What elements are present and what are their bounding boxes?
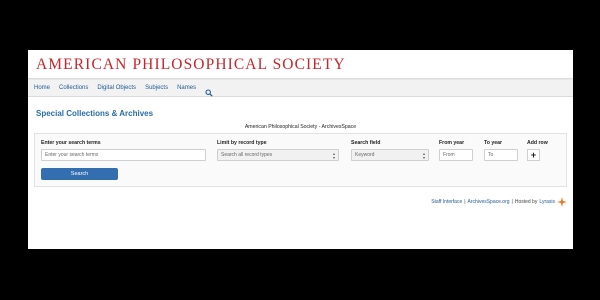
lyrasis-logo-icon xyxy=(557,197,567,207)
staff-interface-link[interactable]: Staff Interface xyxy=(431,199,462,205)
search-panel: Enter your search terms Enter your searc… xyxy=(34,133,567,187)
page-container: AMERICAN PHILOSOPHICAL SOCIETY Home Coll… xyxy=(28,50,573,249)
nav-item-subjects[interactable]: Subjects xyxy=(145,85,168,91)
archivesspace-link[interactable]: ArchivesSpace.org xyxy=(468,199,510,205)
search-field-label: Search field xyxy=(351,140,381,146)
add-row-label: Add row xyxy=(527,140,548,146)
repository-name: American Philosophical Society - Archive… xyxy=(244,124,357,130)
search-icon[interactable] xyxy=(205,84,213,97)
from-year-label: From year xyxy=(439,140,465,146)
record-type-value: Search all record types xyxy=(221,152,273,158)
to-year-placeholder: To xyxy=(488,152,494,158)
from-year-input[interactable]: From xyxy=(439,149,473,161)
page-title: Special Collections & Archives xyxy=(36,109,154,118)
site-header: AMERICAN PHILOSOPHICAL SOCIETY xyxy=(28,50,573,79)
search-field-value: Keyword xyxy=(355,152,375,158)
nav-item-home[interactable]: Home xyxy=(34,85,50,91)
record-type-label: Limit by record type xyxy=(217,140,267,146)
hosted-by-label: Hosted by xyxy=(514,199,538,205)
nav-item-digital-objects[interactable]: Digital Objects xyxy=(97,85,136,91)
record-type-select[interactable]: Search all record types ▴ ▾ xyxy=(217,149,339,161)
from-year-placeholder: From xyxy=(443,152,455,158)
to-year-input[interactable]: To xyxy=(484,149,518,161)
footer: Staff Interface | ArchivesSpace.org | Ho… xyxy=(431,197,567,207)
search-terms-placeholder: Enter your search terms xyxy=(45,152,99,158)
search-field-select[interactable]: Keyword ▴ ▾ xyxy=(351,149,429,161)
footer-separator: | xyxy=(464,199,466,205)
footer-separator: | xyxy=(511,199,513,205)
search-button[interactable]: Search xyxy=(41,168,118,180)
search-terms-label: Enter your search terms xyxy=(41,140,101,146)
nav-item-names[interactable]: Names xyxy=(177,85,196,91)
search-terms-input[interactable]: Enter your search terms xyxy=(41,149,206,161)
to-year-label: To year xyxy=(484,140,503,146)
lyrasis-link[interactable]: Lyrasis xyxy=(539,199,555,205)
select-arrows-icon: ▴ ▾ xyxy=(332,150,335,160)
navbar: Home Collections Digital Objects Subject… xyxy=(28,79,573,97)
nav-item-collections[interactable]: Collections xyxy=(59,85,88,91)
site-title[interactable]: AMERICAN PHILOSOPHICAL SOCIETY xyxy=(36,56,346,74)
select-arrows-icon: ▴ ▾ xyxy=(422,150,425,160)
add-row-button[interactable]: + xyxy=(527,149,540,161)
